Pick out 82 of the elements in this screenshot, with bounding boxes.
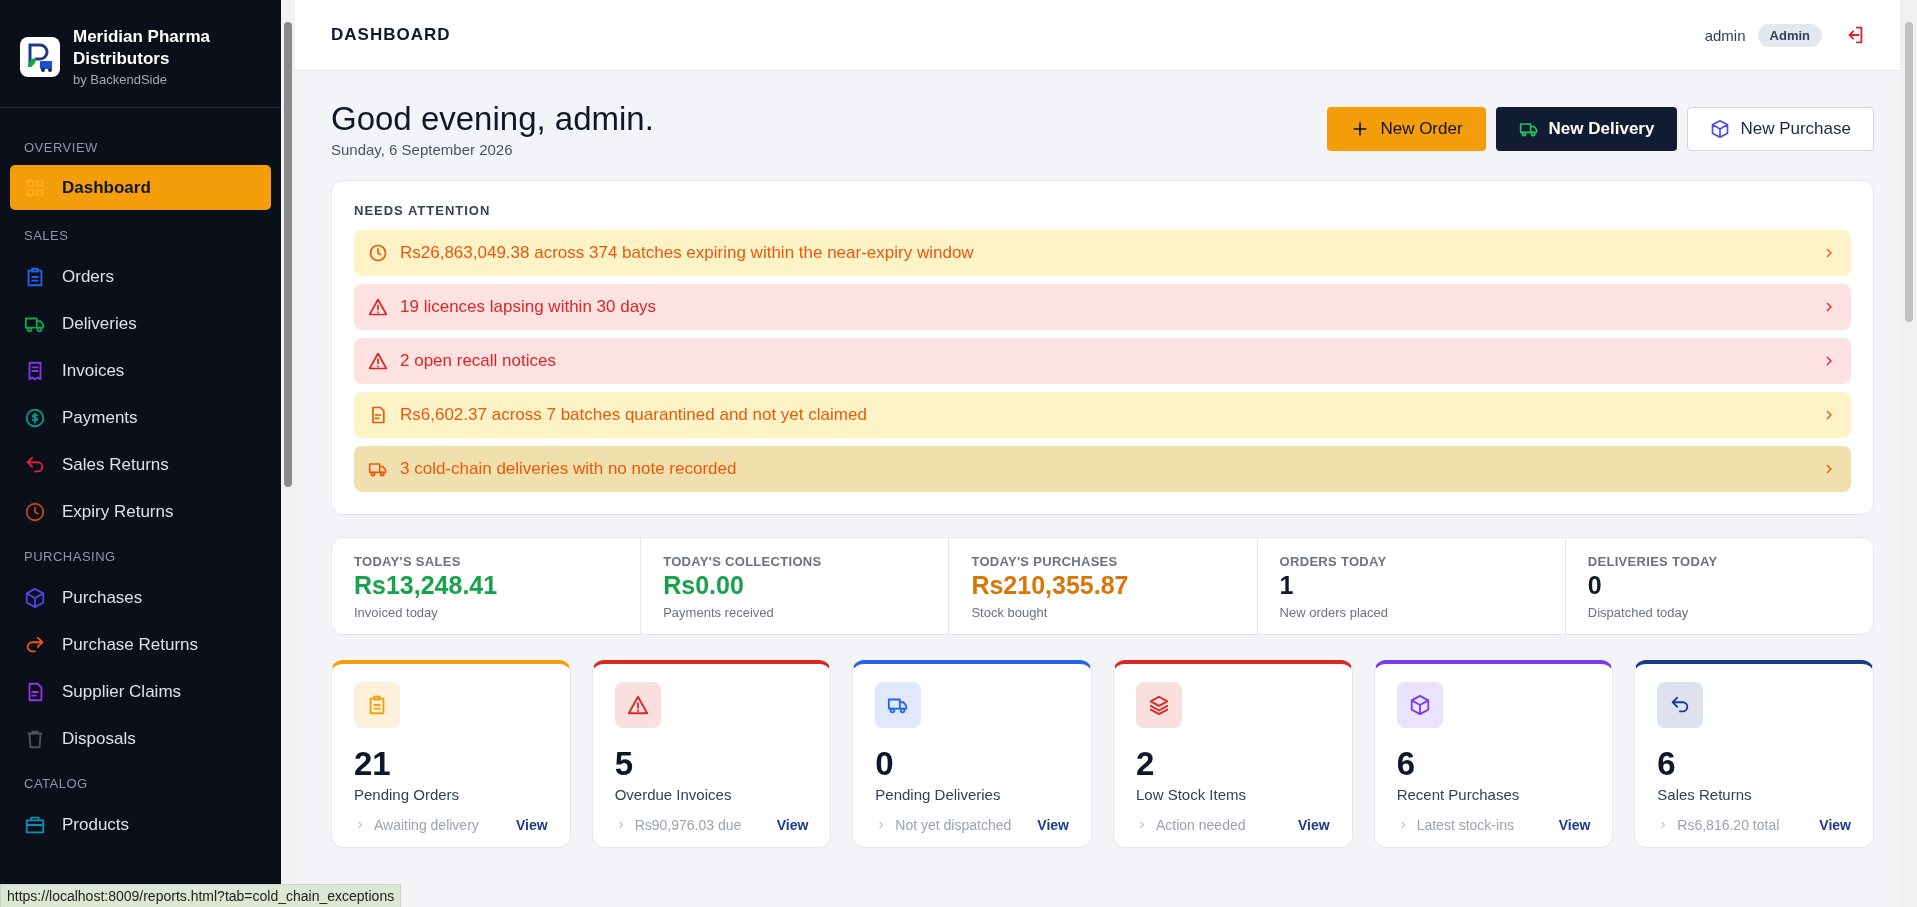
stat-note: Dispatched today bbox=[1587, 604, 1690, 620]
tile-note: Rs6,816.20 total bbox=[1677, 816, 1781, 833]
stat-label: ORDERS TODAY bbox=[1279, 553, 1388, 569]
company-byline: by BackendSide bbox=[73, 72, 168, 88]
view-link[interactable]: View bbox=[776, 816, 809, 833]
tile-note: Rs90,976.03 due bbox=[634, 816, 743, 833]
warning-icon bbox=[614, 681, 661, 728]
cube-icon bbox=[1710, 119, 1731, 139]
stat-note: Stock bought bbox=[971, 604, 1049, 620]
warning-icon bbox=[368, 296, 388, 317]
action-button[interactable]: New Purchase bbox=[1687, 107, 1874, 151]
scrollbar-thumb[interactable] bbox=[1904, 22, 1913, 322]
nav-section-title: PURCHASING bbox=[23, 548, 117, 567]
clock-icon bbox=[368, 242, 388, 263]
tile-note: Action needed bbox=[1156, 816, 1247, 833]
stat-label: TODAY'S SALES bbox=[354, 553, 462, 569]
tile-label: Low Stock Items bbox=[1136, 785, 1248, 803]
sidebar-item[interactable]: Orders bbox=[10, 253, 271, 301]
tile-count: 5 bbox=[614, 745, 634, 782]
tile-note: Awaiting delivery bbox=[374, 816, 480, 833]
company-name: Meridian Pharma Distributors bbox=[73, 26, 211, 71]
page-title: DASHBOARD bbox=[331, 25, 451, 45]
stat-note: Invoiced today bbox=[354, 604, 439, 620]
stat-value: Rs0.00 bbox=[663, 570, 745, 600]
date-text: Sunday, 6 September 2026 bbox=[331, 140, 514, 158]
action-button[interactable]: New Delivery bbox=[1495, 107, 1678, 151]
sidebar-item[interactable]: Dashboard bbox=[10, 165, 271, 211]
user-name: admin bbox=[1704, 26, 1746, 44]
stat-value: 1 bbox=[1279, 570, 1295, 600]
section-title: NEEDS ATTENTION bbox=[354, 202, 492, 218]
link-url-tooltip: https://localhost:8009/reports.html?tab=cold_chain_exceptions bbox=[0, 884, 402, 907]
undo-icon bbox=[1657, 681, 1704, 728]
tile-label: Sales Returns bbox=[1657, 785, 1753, 803]
sidebar-item[interactable]: Sales Returns bbox=[10, 441, 271, 489]
tile-count: 6 bbox=[1657, 745, 1677, 782]
view-link[interactable]: View bbox=[1037, 816, 1069, 833]
tile-label: Pending Deliveries bbox=[875, 785, 1002, 803]
tile-note: Latest stock-ins bbox=[1416, 816, 1515, 833]
tile-count: 6 bbox=[1396, 745, 1416, 782]
stat-note: New orders placed bbox=[1279, 604, 1389, 620]
nav-section-title: SALES bbox=[23, 227, 70, 246]
sidebar-item[interactable]: Supplier Claims bbox=[10, 668, 271, 716]
sidebar-item[interactable]: Disposals bbox=[10, 715, 271, 763]
stat-note: Payments received bbox=[663, 604, 775, 620]
tile-count: 2 bbox=[1136, 745, 1156, 782]
stat-label: DELIVERIES TODAY bbox=[1587, 553, 1719, 569]
sidebar-item[interactable]: Expiry Returns bbox=[10, 488, 271, 536]
clipboard-icon bbox=[354, 681, 400, 728]
stat-value: Rs13,248.41 bbox=[354, 570, 499, 600]
role-badge: Admin bbox=[1757, 23, 1822, 47]
truck-icon bbox=[875, 681, 922, 728]
alert-row[interactable]: 19 licences lapsing within 30 days bbox=[354, 283, 1851, 330]
layers-icon bbox=[1136, 681, 1182, 728]
warning-icon bbox=[368, 350, 388, 371]
view-link[interactable]: View bbox=[1298, 816, 1330, 833]
stat-value: 0 bbox=[1587, 570, 1603, 600]
nav-section-title: OVERVIEW bbox=[23, 139, 99, 158]
alert-row[interactable]: 2 open recall notices bbox=[354, 337, 1851, 384]
view-link[interactable]: View bbox=[1558, 816, 1591, 833]
stat-label: TODAY'S COLLECTIONS bbox=[663, 553, 823, 569]
tile-label: Pending Orders bbox=[354, 785, 461, 803]
greeting: Good evening, admin. bbox=[331, 99, 654, 139]
action-button[interactable]: New Order bbox=[1327, 107, 1486, 151]
scrollbar-thumb[interactable] bbox=[284, 22, 292, 487]
cube-icon bbox=[1396, 681, 1443, 728]
sidebar-item[interactable]: Products bbox=[10, 801, 271, 849]
stat-label: TODAY'S PURCHASES bbox=[971, 553, 1119, 569]
tile-count: 0 bbox=[875, 745, 895, 782]
tile-count: 21 bbox=[354, 745, 392, 782]
sidebar-item[interactable]: Purchases bbox=[10, 574, 271, 622]
tile-label: Overdue Invoices bbox=[614, 785, 733, 803]
view-link[interactable]: View bbox=[516, 816, 548, 833]
nav-section-title: CATALOG bbox=[23, 775, 89, 794]
logo-icon bbox=[20, 36, 60, 77]
view-link[interactable]: View bbox=[1819, 816, 1851, 833]
tile-note: Not yet dispatched bbox=[895, 816, 1013, 833]
sidebar-item[interactable]: Purchase Returns bbox=[10, 621, 271, 669]
tile-label: Recent Purchases bbox=[1396, 785, 1521, 803]
sidebar-item[interactable]: Payments bbox=[10, 394, 271, 442]
sidebar-item[interactable]: Deliveries bbox=[10, 300, 271, 348]
sidebar-item[interactable]: Invoices bbox=[10, 347, 271, 395]
stat-value: Rs210,355.87 bbox=[971, 570, 1130, 600]
